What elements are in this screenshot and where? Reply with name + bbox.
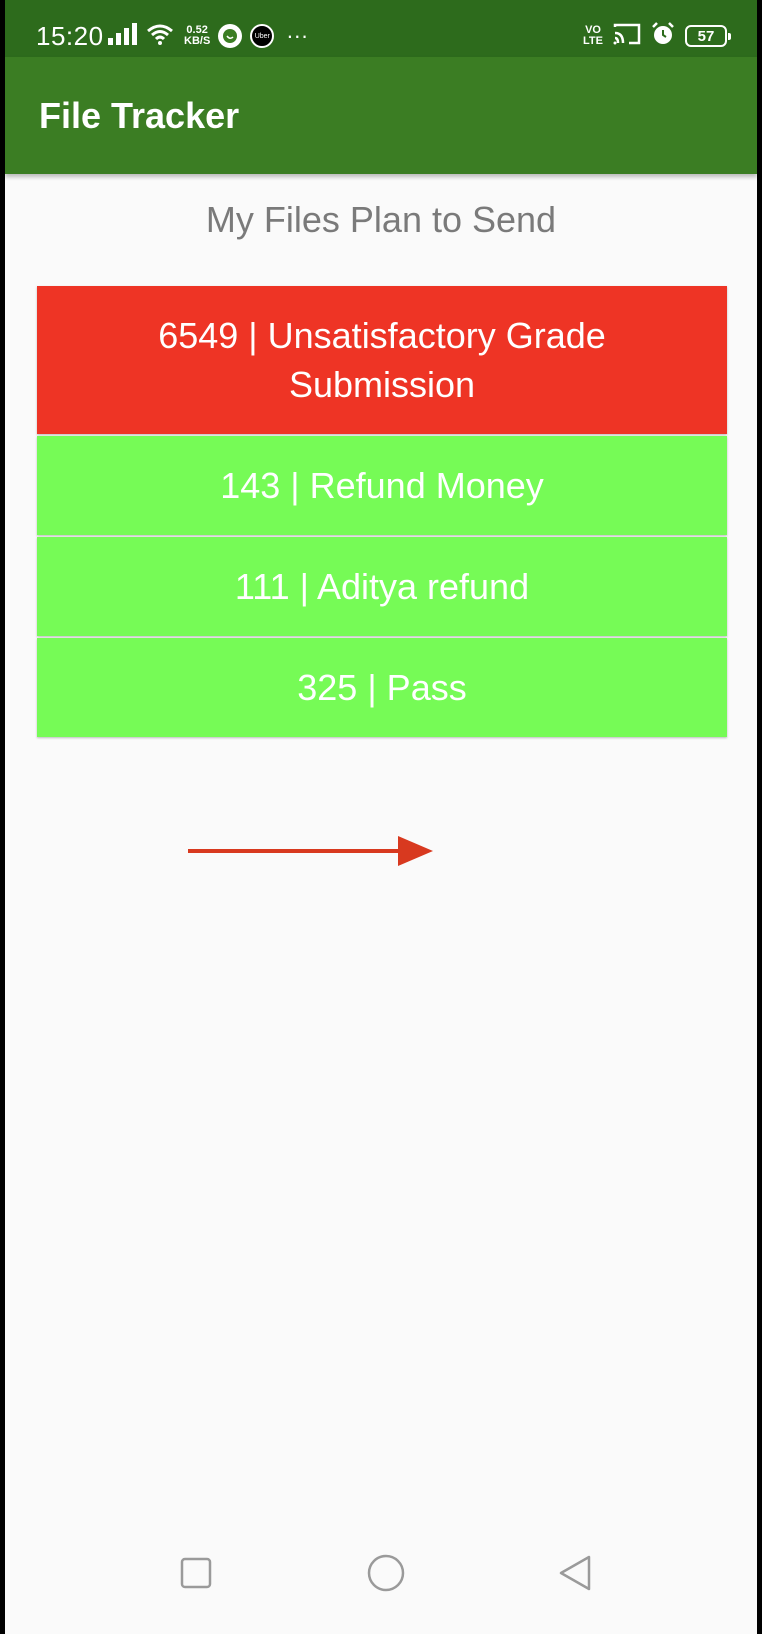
status-time: 15:20 xyxy=(36,21,104,51)
file-item[interactable]: 143 | Refund Money xyxy=(37,436,727,535)
phone-screen: 15:20 0.52 KB/S Uber ··· VO LTE 57 File … xyxy=(5,0,757,1634)
triangle-back-icon xyxy=(559,1555,591,1591)
whatsapp-icon xyxy=(218,24,243,48)
square-icon xyxy=(180,1557,212,1589)
file-list: 6549 | Unsatisfactory Grade Submission 1… xyxy=(37,286,727,739)
file-item-label: 143 | Refund Money xyxy=(220,465,544,506)
file-item[interactable]: 325 | Pass xyxy=(37,638,727,737)
status-right-icons: VO LTE 57 xyxy=(583,20,731,52)
wifi-icon xyxy=(146,23,174,50)
file-item-label: 6549 | Unsatisfactory Grade Submission xyxy=(158,315,606,405)
back-button[interactable] xyxy=(557,1554,593,1597)
file-item[interactable]: 6549 | Unsatisfactory Grade Submission xyxy=(37,286,727,434)
file-item[interactable]: 111 | Aditya refund xyxy=(37,537,727,636)
file-item-label: 325 | Pass xyxy=(297,667,467,708)
arrow-right-icon xyxy=(188,836,433,866)
section-heading: My Files Plan to Send xyxy=(205,199,557,240)
battery-icon: 57 xyxy=(685,25,731,47)
navigation-bar xyxy=(5,1524,757,1634)
app-title: File Tracker xyxy=(39,95,240,136)
home-button[interactable] xyxy=(366,1553,406,1598)
network-speed-unit: KB/S xyxy=(184,35,211,47)
circle-icon xyxy=(367,1554,405,1592)
battery-level: 57 xyxy=(697,27,715,45)
signal-icon xyxy=(108,22,138,50)
app-bar: File Tracker xyxy=(5,57,757,174)
uber-icon: Uber xyxy=(250,24,275,48)
recents-button[interactable] xyxy=(179,1556,213,1595)
volte-icon: VO LTE xyxy=(583,25,603,47)
network-speed: 0.52 KB/S xyxy=(184,25,210,47)
alarm-icon xyxy=(651,21,675,51)
cast-icon xyxy=(613,23,641,50)
more-notifications-icon: ··· xyxy=(286,23,309,48)
uber-icon-label: Uber xyxy=(254,32,270,40)
file-item-label: 111 | Aditya refund xyxy=(234,566,530,607)
status-left-icons: 0.52 KB/S Uber ··· xyxy=(108,19,308,53)
status-bar: 15:20 0.52 KB/S Uber ··· VO LTE 57 xyxy=(5,0,757,57)
volte-bottom-label: LTE xyxy=(583,35,603,47)
